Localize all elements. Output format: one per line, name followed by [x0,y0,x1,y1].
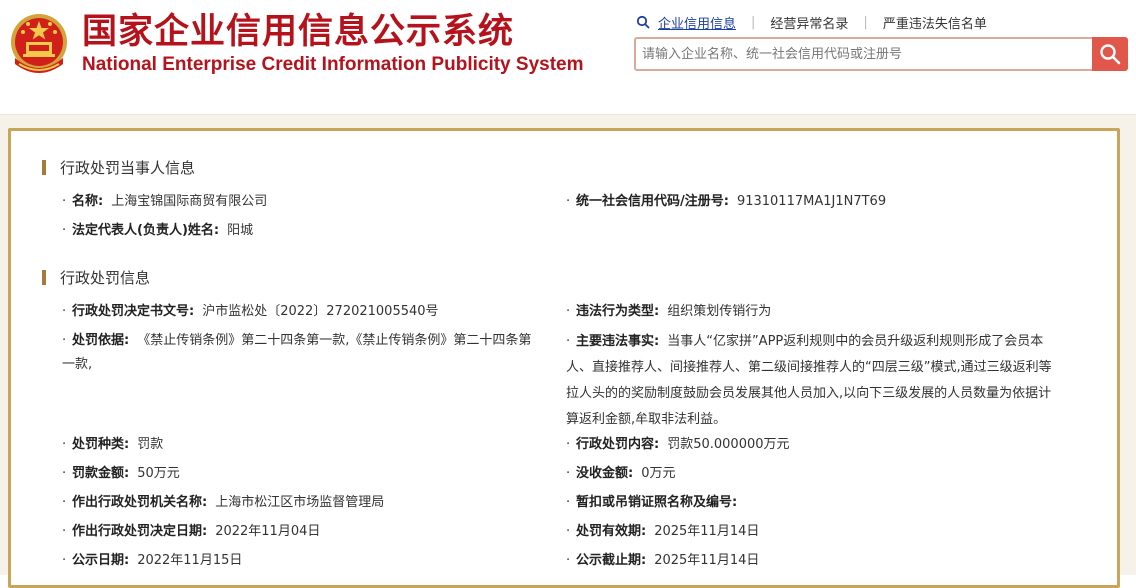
field-penalty-kind: · 处罚种类: 罚款 [62,437,164,452]
section-title-penalty-info: 行政处罚信息 [42,267,150,288]
field-license-revocation: · 暂扣或吊销证照名称及编号: [566,495,738,510]
section-marker [42,160,46,175]
field-legal-representative: · 法定代表人(负责人)姓名: 阳城 [62,223,254,238]
section-marker [42,270,46,285]
field-violation-type: · 违法行为类型: 组织策划传销行为 [566,304,772,319]
field-penalty-content: · 行政处罚内容: 罚款50.000000万元 [566,437,790,452]
legal-representative-value: 阳城 [227,223,254,238]
nav-divider: | [863,14,868,30]
field-main-facts: · 主要违法事实: 当事人“亿家拼”APP返利规则中的会员升级返利规则形成了会员本人… [566,334,1052,427]
search-input[interactable] [634,37,1094,71]
field-confiscation-amount: · 没收金额: 0万元 [566,466,676,481]
section-title-text: 行政处罚信息 [60,269,151,287]
credit-code-value: 91310117MA1J1N7T69 [736,194,887,209]
top-nav: 企业信用信息 | 经营异常名录 | 严重违法失信名单 [636,12,987,32]
national-emblem-icon [11,14,67,73]
nav-abnormal-operation-list[interactable]: 经营异常名录 [770,13,848,32]
field-publication-date: · 公示日期: 2022年11月15日 [62,553,243,568]
site-title: 国家企业信用信息公示系统 [82,12,515,52]
field-penalty-basis: · 处罚依据: 《禁止传销条例》第二十四条第一款,《禁止传销条例》第二十四条第一款, [62,333,532,372]
field-fine-amount: · 罚款金额: 50万元 [62,466,180,481]
company-name: 上海宝锦国际商贸有限公司 [111,194,268,209]
nav-serious-violation-list[interactable]: 严重违法失信名单 [883,13,987,32]
site-header: 国家企业信用信息公示系统 National Enterprise Credit … [0,0,1136,114]
field-name: · 名称: 上海宝锦国际商贸有限公司 [62,194,268,209]
search-button[interactable] [1092,37,1128,71]
section-title-party-info: 行政处罚当事人信息 [42,157,195,178]
search-icon [636,15,650,29]
search-bar [634,37,1128,71]
field-penalty-authority: · 作出行政处罚机关名称: 上海市松江区市场监督管理局 [62,495,385,510]
nav-enterprise-credit-info[interactable]: 企业信用信息 [658,13,736,32]
field-penalty-validity: · 处罚有效期: 2025年11月14日 [566,524,760,539]
field-publication-end-date: · 公示截止期: 2025年11月14日 [566,553,760,568]
field-decision-date: · 作出行政处罚决定日期: 2022年11月04日 [62,524,321,539]
magnifier-icon [1100,44,1121,65]
site-title-english: National Enterprise Credit Information P… [82,54,584,75]
field-decision-doc-number: · 行政处罚决定书文号: 沪市监松处〔2022〕272021005540号 [62,304,439,319]
nav-divider: | [751,14,756,30]
section-title-text: 行政处罚当事人信息 [60,159,196,177]
field-credit-code: · 统一社会信用代码/注册号: 91310117MA1J1N7T69 [566,194,887,209]
